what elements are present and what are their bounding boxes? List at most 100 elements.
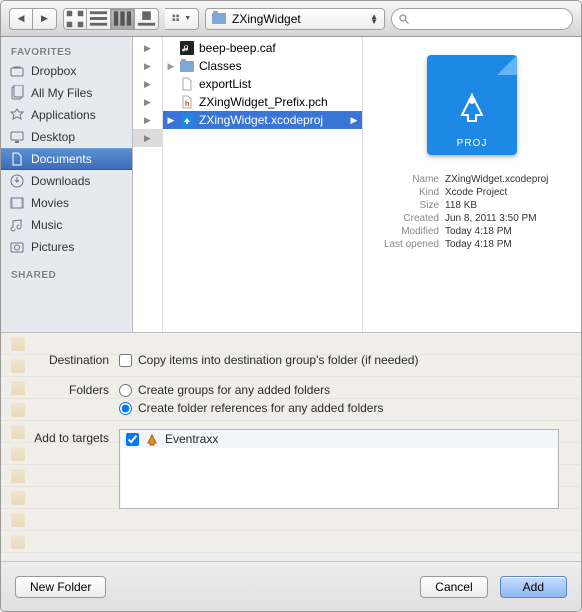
nav-back-button[interactable]: ◀ — [9, 8, 33, 30]
pictures-icon — [9, 239, 25, 255]
view-icon-button[interactable] — [63, 8, 87, 30]
all-files-icon — [9, 85, 25, 101]
column-row[interactable]: ▶ — [133, 75, 162, 93]
sidebar-item-label: Dropbox — [31, 64, 76, 78]
new-folder-button[interactable]: New Folder — [15, 576, 106, 598]
cancel-button[interactable]: Cancel — [420, 576, 487, 598]
sidebar-item-label: Movies — [31, 196, 69, 210]
file-row[interactable]: beep-beep.caf — [163, 39, 362, 57]
xcodeproj-preview-icon: PROJ — [427, 55, 517, 155]
arrange-button[interactable]: ▼ — [165, 8, 199, 30]
targets-list[interactable]: Eventraxx — [119, 429, 559, 509]
option-destination-row: Destination Copy items into destination … — [23, 351, 559, 369]
file-name: ZXingWidget_Prefix.pch — [199, 95, 358, 109]
column-row[interactable]: ▶ — [133, 93, 162, 111]
sidebar-item-movies[interactable]: Movies — [1, 192, 132, 214]
sidebar-item-applications[interactable]: Applications — [1, 104, 132, 126]
folder-icon — [179, 58, 195, 74]
sidebar: FAVORITES Dropbox All My Files Applicati… — [1, 37, 133, 332]
sidebar-item-label: Downloads — [31, 174, 90, 188]
column-parent[interactable]: ▶ ▶ ▶ ▶ ▶ ▶ — [133, 37, 163, 332]
footer: New Folder Cancel Add — [1, 561, 581, 611]
file-row[interactable]: ▶Classes — [163, 57, 362, 75]
movies-icon — [9, 195, 25, 211]
meta-val: Today 4:18 PM — [445, 239, 571, 250]
sidebar-item-dropbox[interactable]: Dropbox — [1, 60, 132, 82]
target-row[interactable]: Eventraxx — [120, 430, 558, 448]
sidebar-header-favorites: FAVORITES — [1, 43, 132, 60]
svg-text:h: h — [185, 101, 189, 108]
path-popup-label: ZXingWidget — [232, 12, 364, 26]
checkbox-label: Copy items into destination group's fold… — [138, 353, 418, 367]
file-row[interactable]: h ZXingWidget_Prefix.pch — [163, 93, 362, 111]
view-list-button[interactable] — [87, 8, 111, 30]
options-panel: Destination Copy items into destination … — [1, 333, 581, 561]
sidebar-item-pictures[interactable]: Pictures — [1, 236, 132, 258]
meta-val: ZXingWidget.xcodeproj — [445, 174, 571, 185]
sidebar-item-all-my-files[interactable]: All My Files — [1, 82, 132, 104]
target-name: Eventraxx — [165, 432, 218, 446]
option-targets-row: Add to targets Eventraxx — [23, 429, 559, 509]
file-name: exportList — [199, 77, 358, 91]
sidebar-header-shared: SHARED — [1, 266, 132, 283]
dropbox-icon — [9, 63, 25, 79]
preview-metadata: NameZXingWidget.xcodeproj KindXcode Proj… — [373, 173, 571, 251]
open-panel: ◀ ▶ ▼ ZXingWidget ▲▼ FAVORITES — [0, 0, 582, 612]
column-row[interactable]: ▶ — [133, 57, 162, 75]
meta-key: Last opened — [373, 239, 439, 250]
file-name: Classes — [199, 59, 358, 73]
create-folder-refs-radio[interactable]: Create folder references for any added f… — [119, 399, 559, 417]
path-popup[interactable]: ZXingWidget ▲▼ — [205, 8, 385, 30]
add-button[interactable]: Add — [500, 576, 567, 598]
file-list: beep-beep.caf ▶Classes exportList h ZXing… — [163, 37, 363, 332]
file-row-selected[interactable]: ▶ZXingWidget.xcodeproj▶ — [163, 111, 362, 129]
downloads-icon — [9, 173, 25, 189]
audio-icon — [179, 40, 195, 56]
meta-key: Created — [373, 213, 439, 224]
documents-icon — [9, 151, 25, 167]
file-browser: FAVORITES Dropbox All My Files Applicati… — [1, 37, 581, 333]
sidebar-item-label: All My Files — [31, 86, 92, 100]
create-groups-radio[interactable]: Create groups for any added folders — [119, 381, 559, 399]
meta-key: Size — [373, 200, 439, 211]
view-coverflow-button[interactable] — [135, 8, 159, 30]
meta-val: Today 4:18 PM — [445, 226, 571, 237]
create-folder-refs-radio-input[interactable] — [119, 402, 132, 415]
file-name: ZXingWidget.xcodeproj — [199, 113, 346, 127]
proj-badge: PROJ — [457, 138, 488, 149]
sidebar-item-label: Documents — [31, 152, 92, 166]
copy-items-checkbox-input[interactable] — [119, 354, 132, 367]
search-input[interactable] — [414, 13, 566, 25]
opt-label: Folders — [23, 381, 109, 397]
meta-key: Name — [373, 174, 439, 185]
updown-icon: ▲▼ — [370, 14, 378, 24]
nav-forward-button[interactable]: ▶ — [33, 8, 57, 30]
sidebar-item-label: Desktop — [31, 130, 75, 144]
copy-items-checkbox[interactable]: Copy items into destination group's fold… — [119, 351, 559, 369]
sidebar-item-music[interactable]: Music — [1, 214, 132, 236]
target-checkbox[interactable] — [126, 433, 139, 446]
meta-key: Kind — [373, 187, 439, 198]
column-row-selected[interactable]: ▶ — [133, 129, 162, 147]
meta-val: 118 KB — [445, 200, 571, 211]
sidebar-item-label: Applications — [31, 108, 96, 122]
sidebar-item-desktop[interactable]: Desktop — [1, 126, 132, 148]
meta-val: Jun 8, 2011 3:50 PM — [445, 213, 571, 224]
opt-label: Destination — [23, 351, 109, 367]
search-field-wrapper — [391, 8, 573, 30]
create-groups-radio-input[interactable] — [119, 384, 132, 397]
file-name: beep-beep.caf — [199, 41, 358, 55]
column-row[interactable]: ▶ — [133, 39, 162, 57]
app-target-icon — [145, 432, 159, 446]
sidebar-item-downloads[interactable]: Downloads — [1, 170, 132, 192]
folder-icon — [212, 13, 226, 24]
header-file-icon: h — [179, 94, 195, 110]
view-column-button[interactable] — [111, 8, 135, 30]
xcodeproj-icon — [179, 112, 195, 128]
desktop-icon — [9, 129, 25, 145]
sidebar-item-label: Music — [31, 218, 62, 232]
sidebar-item-documents[interactable]: Documents — [1, 148, 132, 170]
file-row[interactable]: exportList — [163, 75, 362, 93]
column-row[interactable]: ▶ — [133, 111, 162, 129]
radio-label: Create groups for any added folders — [138, 383, 330, 397]
